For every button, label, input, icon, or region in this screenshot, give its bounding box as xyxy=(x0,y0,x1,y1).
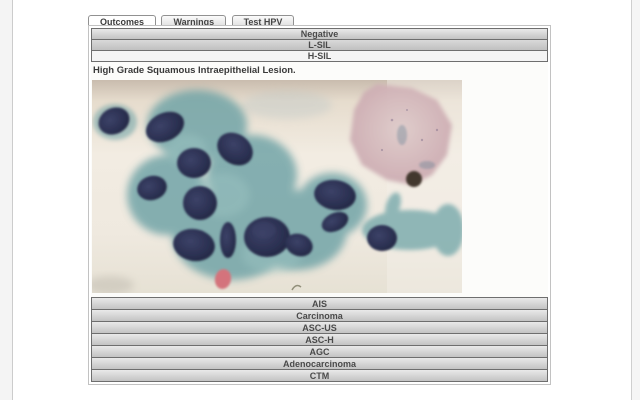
hsil-description: High Grade Squamous Intraepithelial Lesi… xyxy=(93,65,296,76)
pap-smear-micrograph-image xyxy=(92,80,462,293)
tab-bar: Outcomes Warnings Test HPV xyxy=(88,11,295,29)
accordion-item-ctm[interactable]: CTM xyxy=(91,369,548,382)
accordion-item-hsil[interactable]: H-SIL xyxy=(91,50,548,62)
page-gutter-right[interactable] xyxy=(631,0,640,400)
page-gutter-left xyxy=(0,0,13,400)
page: Outcomes Warnings Test HPV Negative L-SI… xyxy=(0,0,640,400)
outcomes-panel: Negative L-SIL H-SIL High Grade Squamous… xyxy=(88,25,551,385)
hsil-expanded-section: High Grade Squamous Intraepithelial Lesi… xyxy=(91,62,548,298)
